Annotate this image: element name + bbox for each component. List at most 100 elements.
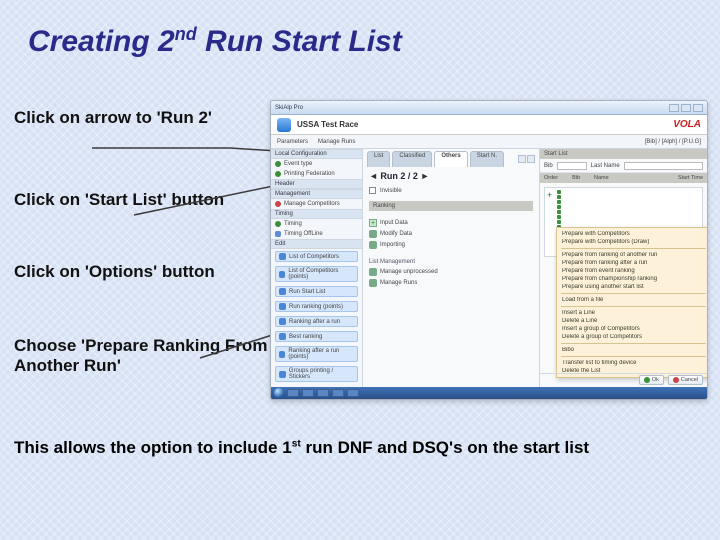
bb-list-competitors-points[interactable]: List of Competitors (points)	[275, 266, 358, 282]
bb-ranking-after-run-points[interactable]: Ranking after a run (points)	[275, 346, 358, 362]
checkbox-icon[interactable]	[369, 187, 376, 194]
list-icon	[279, 333, 286, 340]
title-pre: Creating 2	[28, 25, 175, 58]
col-start-time: Start Time	[678, 175, 703, 181]
app-menubar: Parameters Manage Runs [Bib] / [Alph] / …	[271, 135, 707, 149]
opt-delete-group[interactable]: Delete a group of Competitors	[561, 334, 706, 340]
item-timing-offline[interactable]: Timing OffLine	[271, 229, 362, 239]
list-icon	[279, 318, 286, 325]
opt-prepare-ranking-another-run[interactable]: Prepare from ranking of another run	[561, 252, 706, 258]
step-1: Click on arrow to 'Run 2'	[14, 108, 212, 128]
col-bib: Bib	[572, 175, 580, 181]
opt-prepare-competitors[interactable]: Prepare with Competitors	[561, 231, 706, 237]
opt-insert-line[interactable]: Insert a Line	[561, 310, 706, 316]
title-post: Run Start List	[197, 25, 402, 58]
bb-run-start-list[interactable]: Run Start List	[275, 286, 358, 297]
vola-logo: VOLA	[673, 119, 701, 130]
triangle-right-icon[interactable]: ►	[418, 171, 429, 181]
list-icon	[279, 288, 286, 295]
dot-icon	[275, 231, 281, 237]
tab-row: List Classified Others Start N.	[363, 149, 539, 167]
bb-list-competitors[interactable]: List of Competitors	[275, 251, 358, 262]
col-name: Name	[594, 175, 609, 181]
opt-insert-group[interactable]: Insert a group of Competitors	[561, 326, 706, 332]
ok-button[interactable]: Ok	[639, 375, 664, 385]
menu-parameters[interactable]: Parameters	[277, 139, 308, 145]
separator	[561, 306, 706, 307]
tab-left-icon[interactable]	[518, 155, 526, 163]
step-2: Click on 'Start List' button	[14, 190, 224, 210]
tab-classified[interactable]: Classified	[392, 151, 432, 167]
right-panel-start-list: Start List Bib Last Name Order Bib Name …	[539, 149, 707, 387]
item-printing-federation[interactable]: Printing Federation	[271, 169, 362, 179]
list-icon	[279, 271, 285, 278]
run-selector[interactable]: ◄ Run 2 / 2 ►	[369, 171, 429, 181]
window-buttons	[669, 104, 703, 112]
opt-load-from-file[interactable]: Load from a file	[561, 297, 706, 303]
maximize-icon[interactable]	[681, 104, 691, 112]
checkbox-label: Invisible	[380, 188, 402, 194]
left-sidebar: Local Configuration Event type Printing …	[271, 149, 363, 387]
item-manage-competitors[interactable]: Manage Competitors	[271, 199, 362, 209]
taskbar-item[interactable]	[332, 389, 344, 397]
opt-prepare-event-ranking[interactable]: Prepare from event ranking	[561, 268, 706, 274]
menu-manage-runs[interactable]: Manage Runs	[318, 139, 355, 145]
close-icon[interactable]	[693, 104, 703, 112]
opt-prepare-ranking-after-run[interactable]: Prepare from ranking after a run	[561, 260, 706, 266]
taskbar-item[interactable]	[302, 389, 314, 397]
opt-transfer-timing[interactable]: Transfer list to timing device	[561, 360, 706, 366]
row-importing[interactable]: Importing	[369, 241, 438, 249]
tab-start-next[interactable]: Start N.	[470, 151, 504, 167]
item-timing[interactable]: Timing	[271, 219, 362, 229]
title-sup: nd	[175, 24, 197, 44]
taskbar-item[interactable]	[347, 389, 359, 397]
bb-groups-printing[interactable]: Groups printing / Stickers	[275, 366, 358, 382]
menu-view-mode: [Bib] / [Alph] / [P.U.G]	[645, 139, 701, 145]
section-local-config: Local Configuration	[271, 149, 362, 159]
footer-post: run DNF and DSQ's on the start list	[301, 438, 589, 457]
bib-input[interactable]	[557, 162, 587, 170]
taskbar-item[interactable]	[287, 389, 299, 397]
opt-delete-line[interactable]: Delete a Line	[561, 318, 706, 324]
panel-header-start-list: Start List	[540, 149, 707, 159]
action-column: +Input Data Modify Data Importing List M…	[369, 219, 438, 287]
row-modify-data[interactable]: Modify Data	[369, 230, 438, 238]
row-manage-unprocessed[interactable]: Manage unprocessed	[369, 268, 438, 276]
start-orb-icon[interactable]	[274, 388, 284, 398]
list-icon	[279, 303, 286, 310]
bb-best-ranking[interactable]: Best ranking	[275, 331, 358, 342]
footer-text: This allows the option to include 1st ru…	[14, 438, 589, 458]
section-edit: Edit	[271, 239, 362, 249]
minimize-icon[interactable]	[669, 104, 679, 112]
col-order: Order	[544, 175, 558, 181]
item-event-type[interactable]: Event type	[271, 159, 362, 169]
row-input-data[interactable]: +Input Data	[369, 219, 438, 227]
dot-icon	[275, 201, 281, 207]
opt-bibo[interactable]: Bibo	[561, 347, 706, 353]
expand-icon[interactable]: +	[547, 190, 552, 200]
opt-prepare-another-start-list[interactable]: Prepare using another start list	[561, 284, 706, 290]
windows-taskbar	[271, 387, 707, 399]
main-panel: List Classified Others Start N. ◄ Run 2 …	[363, 149, 539, 387]
bib-search-row: Bib Last Name	[540, 159, 707, 173]
taskbar-item[interactable]	[317, 389, 329, 397]
lastname-input[interactable]	[624, 162, 703, 170]
tab-others[interactable]: Others	[434, 151, 467, 167]
check-row: Invisible	[369, 187, 402, 194]
gear-icon	[369, 268, 377, 276]
separator	[561, 248, 706, 249]
run-title-text: Run 2 / 2	[380, 171, 418, 181]
plus-icon: +	[369, 219, 377, 227]
triangle-left-icon[interactable]: ◄	[369, 171, 380, 181]
opt-prepare-championship[interactable]: Prepare from championship ranking	[561, 276, 706, 282]
race-icon	[277, 118, 291, 132]
row-manage-runs[interactable]: Manage Runs	[369, 279, 438, 287]
tab-right-icon[interactable]	[527, 155, 535, 163]
opt-prepare-competitors-draw[interactable]: Prepare with Competitors (Draw)	[561, 239, 706, 245]
cancel-button[interactable]: Cancel	[668, 375, 703, 385]
bb-ranking-after-run[interactable]: Ranking after a run	[275, 316, 358, 327]
bb-run-ranking-points[interactable]: Run ranking (points)	[275, 301, 358, 312]
separator	[561, 293, 706, 294]
tab-list[interactable]: List	[367, 151, 390, 167]
dialog-button-row: Ok Cancel	[540, 373, 707, 387]
